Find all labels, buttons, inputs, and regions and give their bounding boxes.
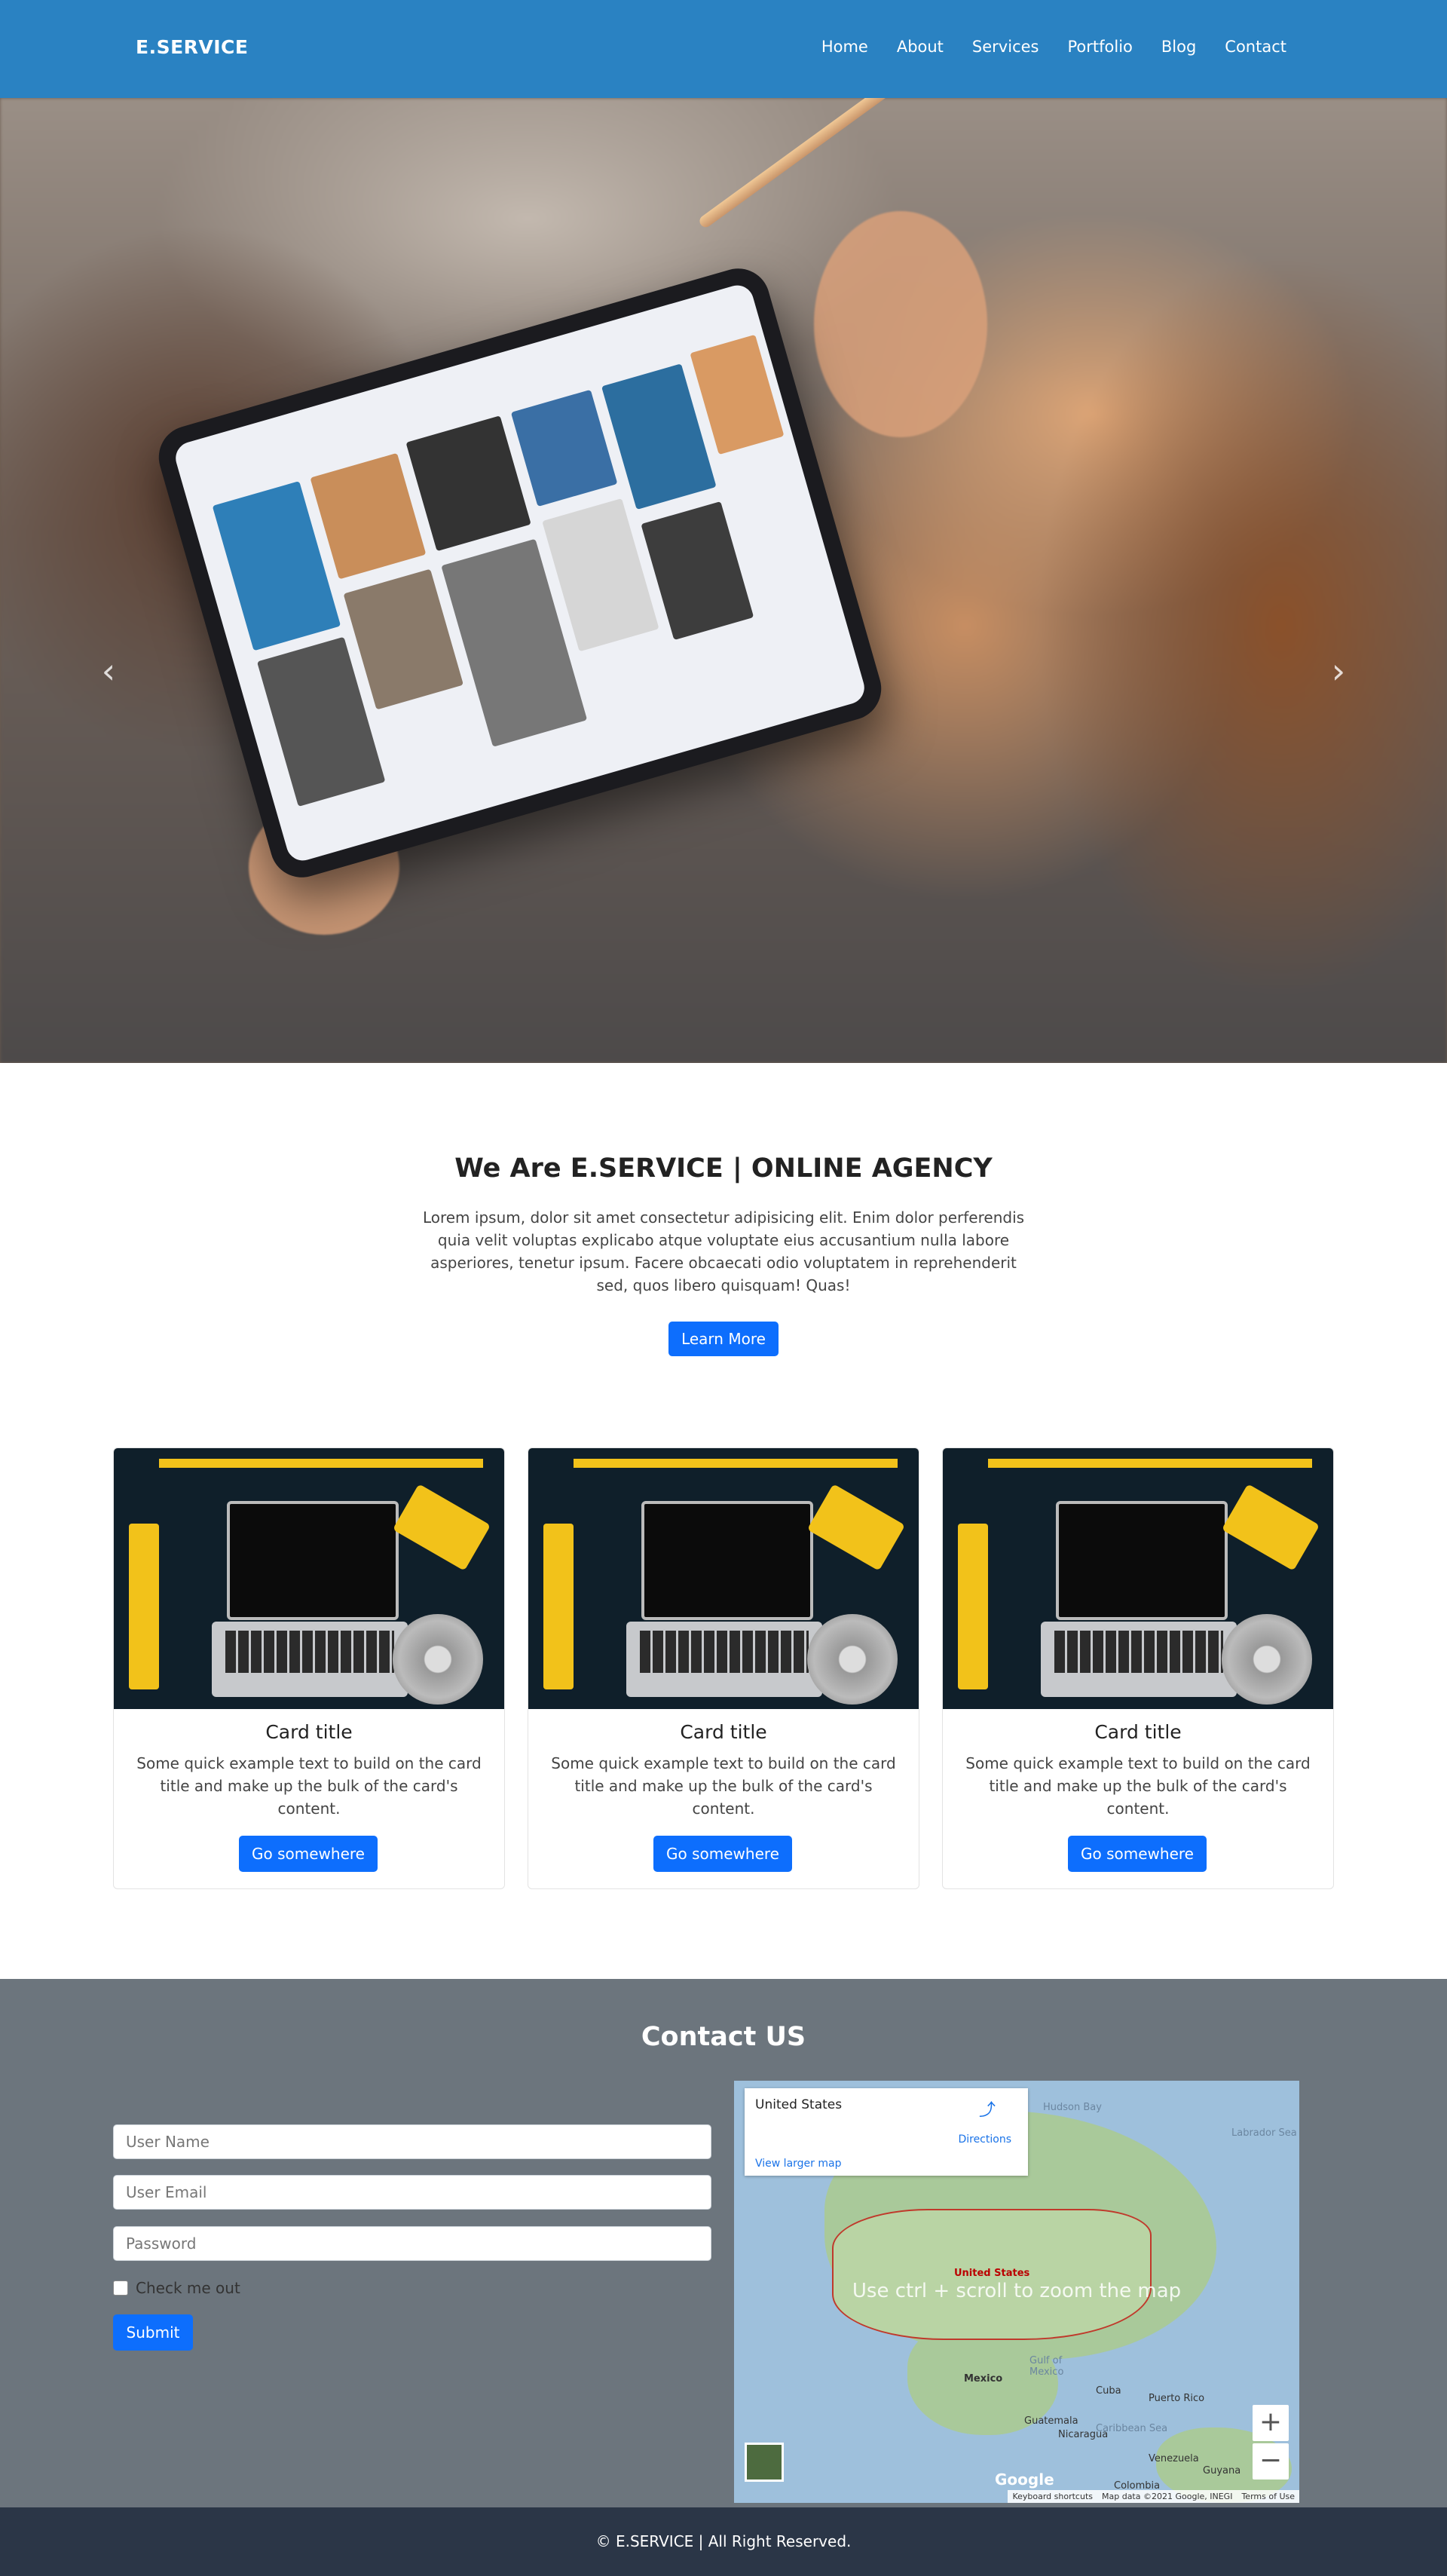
keyboard-shortcuts-link[interactable]: Keyboard shortcuts — [1012, 2492, 1093, 2501]
tablet-tile — [343, 568, 464, 710]
map-label: Hudson Bay — [1043, 2102, 1102, 2113]
map-label: Guatemala — [1024, 2415, 1078, 2427]
card-image — [528, 1448, 919, 1709]
nav-link-home[interactable]: Home — [821, 38, 868, 56]
map-label: United States — [954, 2268, 1030, 2279]
map-zoom-in-button[interactable]: + — [1253, 2405, 1289, 2441]
card: Card title Some quick example text to bu… — [528, 1447, 919, 1889]
about-text: Lorem ipsum, dolor sit amet consectetur … — [422, 1208, 1025, 1294]
card-text: Some quick example text to build on the … — [136, 1754, 482, 1818]
card-text: Some quick example text to build on the … — [551, 1754, 896, 1818]
card: Card title Some quick example text to bu… — [113, 1447, 505, 1889]
check-me-out: Check me out — [113, 2279, 240, 2297]
map-label: Mexico — [964, 2373, 1003, 2385]
card-title: Card title — [265, 1721, 353, 1743]
google-map[interactable]: Hudson Bay Labrador Sea United States Me… — [734, 2081, 1299, 2503]
map-zoom-hint: Use ctrl + scroll to zoom the map — [852, 2280, 1182, 2302]
card-title: Card title — [1094, 1721, 1182, 1743]
tablet-tile — [405, 415, 531, 552]
carousel-next-icon[interactable]: › — [1323, 654, 1354, 688]
map-label: Venezuela — [1149, 2453, 1199, 2464]
terms-of-use-link[interactable]: Terms of Use — [1241, 2492, 1295, 2501]
username-field[interactable]: User Name — [113, 2124, 711, 2159]
card-title: Card title — [680, 1721, 767, 1743]
submit-button[interactable]: Submit — [113, 2314, 193, 2351]
check-me-out-checkbox[interactable] — [113, 2280, 128, 2296]
carousel-prev-icon[interactable]: ‹ — [93, 654, 124, 688]
email-field[interactable]: User Email — [113, 2175, 711, 2210]
nav-menu: Home About Services Portfolio Blog Conta… — [821, 38, 1286, 56]
map-footer: Keyboard shortcuts Map data ©2021 Google… — [1008, 2490, 1299, 2503]
check-me-out-label: Check me out — [136, 2279, 240, 2297]
map-zoom-out-button[interactable]: − — [1253, 2443, 1289, 2480]
tablet-tile — [510, 389, 618, 507]
cards-section: Card title Some quick example text to bu… — [113, 1447, 1334, 1889]
go-somewhere-button[interactable]: Go somewhere — [239, 1836, 378, 1872]
map-satellite-toggle[interactable] — [745, 2443, 784, 2482]
map-label: Puerto Rico — [1149, 2393, 1205, 2404]
view-larger-map-link[interactable]: View larger map — [755, 2158, 841, 2170]
nav-link-portfolio[interactable]: Portfolio — [1067, 38, 1132, 56]
tablet-tile — [690, 334, 785, 455]
password-field[interactable]: Password — [113, 2226, 711, 2261]
nav-link-about[interactable]: About — [897, 38, 944, 56]
map-label: Labrador Sea — [1231, 2127, 1297, 2139]
card: Card title Some quick example text to bu… — [942, 1447, 1334, 1889]
about-title: We Are E.SERVICE | ONLINE AGENCY — [454, 1153, 993, 1184]
hero-hand-shape — [814, 211, 987, 437]
brand-logo[interactable]: E.SERVICE — [136, 36, 248, 58]
tablet-tile — [310, 452, 427, 580]
copyright-text: © E.SERVICE | All Right Reserved. — [595, 2532, 852, 2550]
go-somewhere-button[interactable]: Go somewhere — [1068, 1836, 1207, 1872]
map-label: Guyana — [1203, 2465, 1241, 2476]
map-label: Gulf of Mexico — [1029, 2355, 1064, 2378]
map-info-box: United States ⤴ Directions View larger m… — [745, 2088, 1028, 2176]
card-image — [114, 1448, 504, 1709]
site-footer: © E.SERVICE | All Right Reserved. — [0, 2507, 1447, 2576]
contact-title: Contact US — [641, 2022, 806, 2052]
card-text: Some quick example text to build on the … — [965, 1754, 1311, 1818]
map-data-attribution: Map data ©2021 Google, INEGI — [1102, 2492, 1233, 2501]
directions-link[interactable]: Directions — [958, 2133, 1011, 2146]
contact-section: Contact US User Name User Email Password… — [0, 1979, 1447, 2507]
go-somewhere-button[interactable]: Go somewhere — [653, 1836, 792, 1872]
card-image — [943, 1448, 1333, 1709]
map-place-title: United States — [755, 2097, 843, 2112]
google-logo: Google — [995, 2470, 1054, 2489]
learn-more-button[interactable]: Learn More — [668, 1322, 779, 1356]
nav-link-contact[interactable]: Contact — [1225, 38, 1286, 56]
directions-icon[interactable]: ⤴ — [978, 2102, 996, 2120]
navbar: E.SERVICE Home About Services Portfolio … — [0, 0, 1447, 98]
nav-link-blog[interactable]: Blog — [1161, 38, 1196, 56]
hero-carousel: ‹ › — [0, 98, 1447, 1063]
map-label: Nicaragua — [1058, 2429, 1109, 2440]
nav-link-services[interactable]: Services — [972, 38, 1039, 56]
tablet-tile — [641, 501, 754, 641]
map-label: Cuba — [1096, 2385, 1121, 2397]
